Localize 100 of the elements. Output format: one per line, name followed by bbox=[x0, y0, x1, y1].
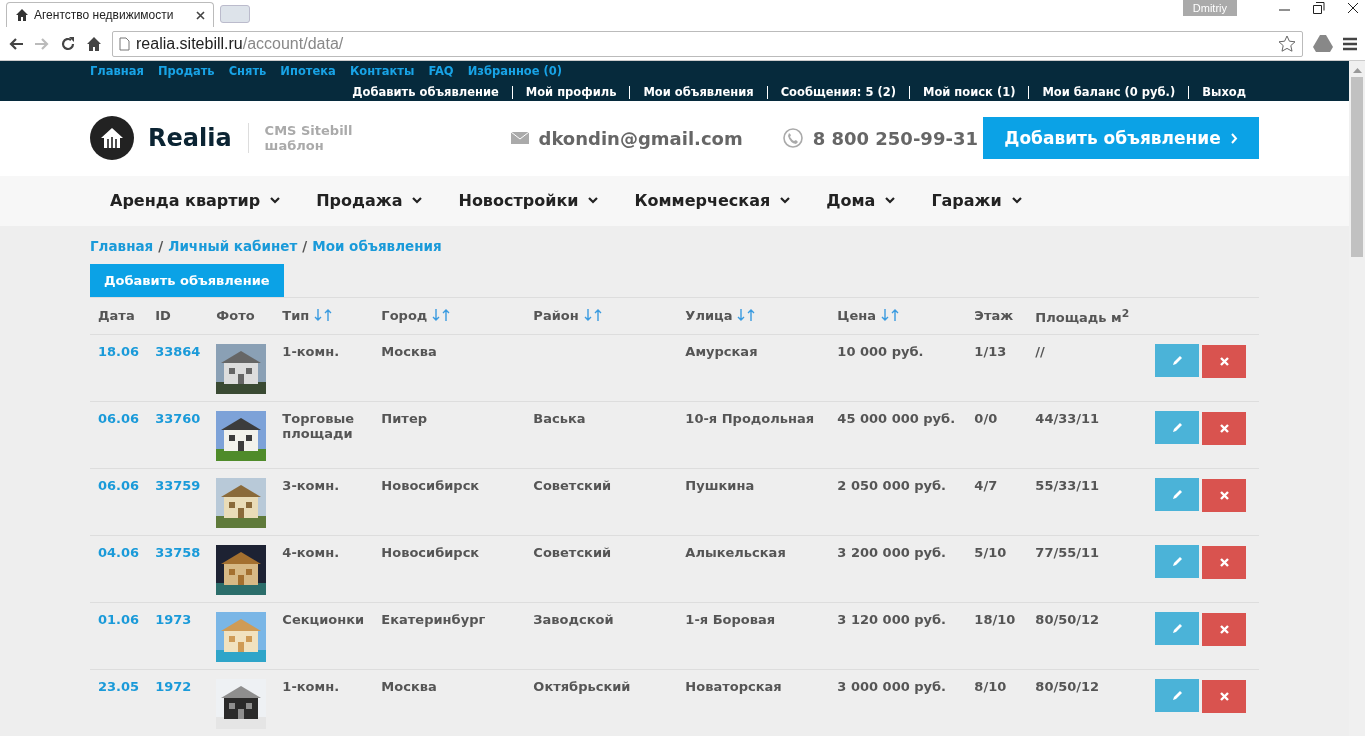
account-link[interactable]: Сообщения: 5 (2) bbox=[766, 85, 909, 99]
id-link[interactable]: 33760 bbox=[155, 411, 201, 426]
breadcrumb-link[interactable]: Мои объявления bbox=[312, 237, 442, 254]
edit-button[interactable] bbox=[1155, 545, 1200, 578]
edit-button[interactable] bbox=[1155, 411, 1200, 444]
delete-button[interactable] bbox=[1202, 479, 1247, 512]
nav-menu-item[interactable]: Коммерческая bbox=[634, 191, 791, 211]
table-cell: Новосибирск bbox=[381, 478, 480, 493]
top-nav-link[interactable]: Продать bbox=[157, 63, 215, 78]
delete-button[interactable] bbox=[1202, 613, 1247, 646]
account-link[interactable]: Выход bbox=[1188, 85, 1259, 99]
column-header[interactable]: Тип bbox=[282, 308, 310, 324]
table-cell: // bbox=[1035, 344, 1045, 359]
add-listing-button[interactable]: Добавить объявление bbox=[90, 263, 284, 297]
logo-icon[interactable] bbox=[90, 116, 134, 161]
close-icon bbox=[1219, 558, 1229, 567]
table-cell: 1-я Боровая bbox=[685, 612, 776, 627]
caret-icon bbox=[780, 197, 791, 205]
star-icon[interactable] bbox=[1278, 34, 1296, 53]
column-header[interactable]: Город bbox=[381, 308, 428, 324]
account-link[interactable]: Добавить объявление bbox=[339, 85, 512, 99]
table-cell: 1-комн. bbox=[282, 344, 340, 359]
forward-icon[interactable] bbox=[34, 36, 50, 51]
top-nav-link[interactable]: Контакты bbox=[349, 63, 415, 78]
nav-menu-item[interactable]: Аренда квартир bbox=[110, 191, 281, 211]
date-link[interactable]: 18.06 bbox=[98, 344, 140, 359]
scroll-thumb[interactable] bbox=[1351, 77, 1363, 257]
add-listing-button[interactable]: Добавить объявление bbox=[983, 117, 1259, 160]
date-link[interactable]: 06.06 bbox=[98, 478, 140, 493]
top-nav-link[interactable]: Избранное (0) bbox=[467, 63, 563, 78]
edit-button[interactable] bbox=[1155, 679, 1200, 712]
tagline: шаблон bbox=[264, 138, 325, 154]
delete-button[interactable] bbox=[1202, 546, 1247, 579]
edit-button[interactable] bbox=[1155, 612, 1200, 645]
id-link[interactable]: 1973 bbox=[155, 612, 192, 627]
table-cell: Екатеринбург bbox=[381, 612, 486, 627]
delete-button[interactable] bbox=[1202, 680, 1247, 713]
close-icon[interactable] bbox=[1347, 2, 1359, 14]
top-nav-link[interactable]: Главная bbox=[90, 63, 144, 78]
table-cell: 1-комн. bbox=[282, 679, 340, 694]
nav-menu-item[interactable]: Дома bbox=[826, 191, 896, 211]
column-header: Фото bbox=[216, 308, 255, 324]
menu-icon[interactable] bbox=[1343, 36, 1357, 51]
phone-icon bbox=[782, 128, 803, 149]
nav-menu-item[interactable]: Новостройки bbox=[458, 191, 599, 211]
account-link[interactable]: Мои баланс (0 руб.) bbox=[1028, 85, 1189, 99]
date-link[interactable]: 04.06 bbox=[98, 545, 140, 560]
id-link[interactable]: 33758 bbox=[155, 545, 201, 560]
table-cell: 44/33/11 bbox=[1035, 411, 1100, 426]
edit-button[interactable] bbox=[1155, 478, 1200, 511]
back-icon[interactable] bbox=[8, 36, 24, 51]
edit-button[interactable] bbox=[1155, 344, 1200, 377]
delete-button[interactable] bbox=[1202, 412, 1247, 445]
nav-menu-item[interactable]: Гаражи bbox=[931, 191, 1022, 211]
breadcrumb-link[interactable]: Главная bbox=[90, 237, 154, 254]
top-nav-link[interactable]: Ипотека bbox=[280, 63, 336, 78]
table-cell: Амурская bbox=[685, 344, 758, 359]
delete-button[interactable] bbox=[1202, 345, 1247, 378]
email: dkondin@gmail.com bbox=[538, 128, 743, 149]
nav-menu-item[interactable]: Продажа bbox=[316, 191, 423, 211]
column-header: Этаж bbox=[974, 308, 1014, 324]
browser-tab[interactable]: Агентство недвижимости bbox=[6, 2, 214, 27]
table-cell: 2 050 000 руб. bbox=[837, 478, 947, 493]
restore-icon[interactable] bbox=[1313, 2, 1325, 14]
breadcrumb-link[interactable]: Личный кабинет bbox=[168, 237, 298, 254]
home-icon[interactable] bbox=[86, 35, 102, 52]
top-nav-link[interactable]: FAQ bbox=[428, 63, 454, 78]
table-cell: 18/10 bbox=[974, 612, 1016, 627]
id-link[interactable]: 33759 bbox=[155, 478, 201, 493]
close-icon bbox=[1219, 491, 1229, 500]
date-link[interactable]: 23.05 bbox=[98, 679, 140, 694]
column-header: Площадь м$^{2}$ bbox=[1035, 310, 1130, 325]
table-cell: Васька bbox=[533, 411, 586, 426]
column-header[interactable]: Район bbox=[533, 308, 579, 324]
drive-icon[interactable] bbox=[1313, 35, 1333, 52]
date-link[interactable]: 06.06 bbox=[98, 411, 140, 426]
table-cell: 1/13 bbox=[974, 344, 1007, 359]
id-link[interactable]: 33864 bbox=[155, 344, 201, 359]
column-header[interactable]: Улица bbox=[685, 308, 733, 324]
column-header[interactable]: Цена bbox=[837, 308, 876, 324]
account-link[interactable]: Мои объявления bbox=[629, 85, 767, 99]
pencil-icon bbox=[1171, 623, 1183, 634]
table-cell: 45 000 000 руб. bbox=[837, 411, 956, 426]
reload-icon[interactable] bbox=[60, 35, 76, 52]
table-cell: 77/55/11 bbox=[1035, 545, 1100, 560]
table-cell: Заводской bbox=[533, 612, 614, 627]
address-bar[interactable]: realia.sitebill.ru/account/data/ bbox=[112, 30, 1303, 57]
scrollbar[interactable] bbox=[1349, 61, 1365, 736]
id-link[interactable]: 1972 bbox=[155, 679, 192, 694]
phone-number: 8 800 250-99-31 bbox=[812, 128, 978, 149]
envelope-icon bbox=[510, 132, 529, 145]
account-link[interactable]: Мой поиск (1) bbox=[908, 85, 1029, 99]
top-nav-link[interactable]: Снять bbox=[228, 63, 267, 78]
table-cell: 10-я Продольная bbox=[685, 411, 815, 426]
date-link[interactable]: 01.06 bbox=[98, 612, 140, 627]
table-cell: 0/0 bbox=[974, 411, 998, 426]
caret-icon bbox=[1011, 197, 1022, 205]
account-link[interactable]: Мой профиль bbox=[511, 85, 630, 99]
scroll-up-icon[interactable] bbox=[1352, 67, 1362, 73]
close-icon[interactable] bbox=[196, 10, 205, 20]
